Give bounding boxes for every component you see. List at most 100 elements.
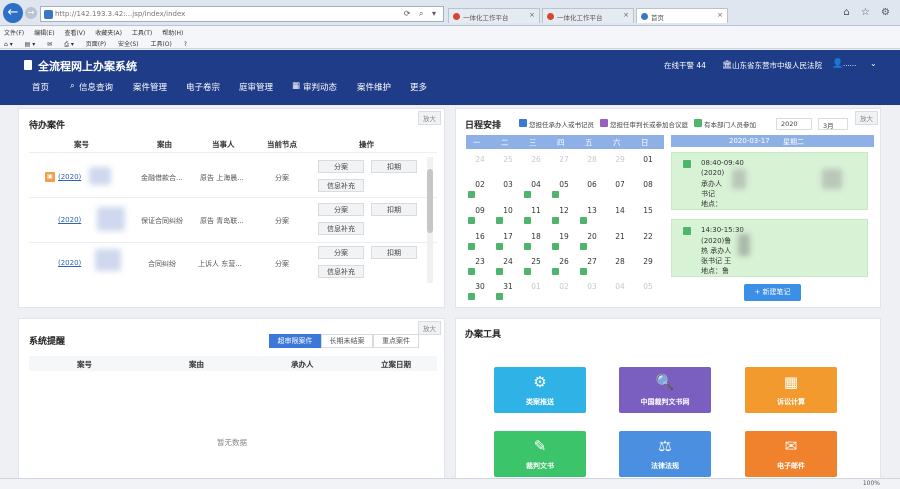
tool-tile[interactable]: ✉ 电子邮件 — [745, 431, 837, 477]
calendar-day[interactable]: 11 — [526, 206, 546, 215]
help-icon[interactable]: ? — [184, 41, 187, 48]
close-tab-icon[interactable]: × — [717, 11, 723, 19]
calendar-day[interactable]: 27 — [582, 257, 602, 266]
feeds-icon[interactable]: ▤ ▾ — [25, 41, 36, 48]
user-icon[interactable]: 👤 — [832, 59, 843, 69]
case-no-link[interactable]: (2020) — [58, 173, 81, 181]
assign-button[interactable]: 分案 — [318, 160, 364, 173]
event-marker-icon[interactable] — [552, 243, 559, 250]
info-supplement-button[interactable]: 信息补充 — [318, 222, 364, 235]
calendar-day[interactable]: 14 — [610, 206, 630, 215]
schedule-event[interactable]: 08:40-09:40 (2020) 承办人 书记 地点： — [671, 152, 868, 210]
info-supplement-button[interactable]: 信息补充 — [318, 265, 364, 278]
event-marker-icon[interactable] — [524, 268, 531, 275]
nav-home[interactable]: 首页 — [32, 81, 49, 93]
event-marker-icon[interactable] — [468, 293, 475, 300]
case-no-link[interactable]: (2020) — [58, 216, 81, 224]
calendar-day[interactable]: 21 — [610, 232, 630, 241]
calendar-day[interactable]: 04 — [610, 282, 630, 291]
pending-expand-button[interactable]: 放大 — [418, 111, 441, 125]
calendar-icon[interactable]: ▦ — [292, 81, 300, 91]
tab-overdue-cases[interactable]: 超审限案件 — [269, 334, 321, 348]
calendar-day[interactable]: 28 — [610, 257, 630, 266]
menu-edit[interactable]: 编辑(E) — [34, 30, 54, 37]
chevron-down-icon[interactable]: ⌄ — [870, 59, 877, 68]
window-controls[interactable]: ⌂ ☆ ⚙ — [843, 7, 894, 18]
calendar-day[interactable]: 04 — [526, 180, 546, 189]
nav-case-management[interactable]: 案件管理 — [133, 81, 167, 93]
tool-tile[interactable]: ⚖ 法律法规 — [619, 431, 711, 477]
event-marker-icon[interactable] — [524, 191, 531, 198]
refresh-icon[interactable]: ⟳ ⌕ ▾ — [404, 9, 439, 19]
event-marker-icon[interactable] — [524, 243, 531, 250]
calendar-day[interactable]: 23 — [470, 257, 490, 266]
calendar-day[interactable]: 26 — [554, 257, 574, 266]
calendar-day[interactable]: 08 — [638, 180, 658, 189]
schedule-expand-button[interactable]: 放大 — [855, 111, 878, 125]
schedule-event[interactable]: 14:30-15:30 (2020)鲁 热 承办人 张书记 王 地点：鲁 — [671, 219, 868, 277]
command-page[interactable]: 页面(P) — [86, 41, 106, 48]
nav-trial-dynamics[interactable]: 审判动态 — [303, 81, 337, 93]
tool-tile[interactable]: ✎ 裁判文书 — [494, 431, 586, 477]
home-icon[interactable]: ⌂ ▾ — [4, 41, 13, 48]
calendar-day[interactable]: 25 — [526, 257, 546, 266]
back-button[interactable]: ← — [3, 3, 23, 23]
nav-info-query[interactable]: 信息查询 — [79, 81, 113, 93]
assign-button[interactable]: 分案 — [318, 246, 364, 259]
deduct-period-button[interactable]: 扣期 — [371, 160, 417, 173]
calendar-day[interactable]: 29 — [610, 155, 630, 164]
browser-tab-1[interactable]: 一体化工作平台 × — [448, 8, 540, 23]
calendar-day[interactable]: 03 — [498, 180, 518, 189]
nav-more[interactable]: 更多 — [410, 81, 427, 93]
menu-tools[interactable]: 工具(T) — [132, 30, 152, 37]
calendar-day[interactable]: 18 — [526, 232, 546, 241]
menu-help[interactable]: 帮助(H) — [162, 30, 183, 37]
calendar-day[interactable]: 19 — [554, 232, 574, 241]
info-supplement-button[interactable]: 信息补充 — [318, 179, 364, 192]
pending-scroll-thumb[interactable] — [427, 169, 433, 233]
calendar-day[interactable]: 17 — [498, 232, 518, 241]
menu-file[interactable]: 文件(F) — [4, 30, 24, 37]
menu-view[interactable]: 查看(V) — [64, 30, 85, 37]
calendar-day[interactable]: 29 — [638, 257, 658, 266]
event-marker-icon[interactable] — [552, 268, 559, 275]
calendar-day[interactable]: 28 — [582, 155, 602, 164]
calendar-day[interactable]: 05 — [638, 282, 658, 291]
assign-button[interactable]: 分案 — [318, 203, 364, 216]
event-marker-icon[interactable] — [468, 268, 475, 275]
calendar-day[interactable]: 22 — [638, 232, 658, 241]
calendar-day[interactable]: 05 — [554, 180, 574, 189]
calendar-day[interactable]: 03 — [582, 282, 602, 291]
event-marker-icon[interactable] — [552, 191, 559, 198]
calendar-day[interactable]: 06 — [582, 180, 602, 189]
forward-button[interactable]: → — [25, 7, 37, 19]
event-marker-icon[interactable] — [524, 217, 531, 224]
command-safety[interactable]: 安全(S) — [118, 41, 139, 48]
calendar-day[interactable]: 30 — [470, 282, 490, 291]
tab-key-cases[interactable]: 重点案件 — [373, 334, 419, 348]
close-tab-icon[interactable]: × — [529, 11, 535, 19]
event-marker-icon[interactable] — [496, 293, 503, 300]
command-tools[interactable]: 工具(O) — [150, 41, 171, 48]
nav-case-maintenance[interactable]: 案件维护 — [357, 81, 391, 93]
close-tab-icon[interactable]: × — [623, 11, 629, 19]
calendar-day[interactable]: 16 — [470, 232, 490, 241]
mail-command-icon[interactable]: ✉ — [47, 41, 52, 48]
calendar-day[interactable]: 26 — [526, 155, 546, 164]
calendar-day[interactable]: 02 — [554, 282, 574, 291]
calendar-day[interactable]: 10 — [498, 206, 518, 215]
year-select[interactable]: 2020 — [776, 118, 812, 130]
event-marker-icon[interactable] — [580, 217, 587, 224]
tool-tile[interactable]: 🔍 中国裁判文书网 — [619, 367, 711, 413]
calendar-day[interactable]: 07 — [610, 180, 630, 189]
event-marker-icon[interactable] — [496, 217, 503, 224]
new-note-button[interactable]: + 新建笔记 — [744, 284, 801, 301]
calendar-day[interactable]: 02 — [470, 180, 490, 189]
nav-trial-management[interactable]: 庭审管理 — [239, 81, 273, 93]
event-marker-icon[interactable] — [580, 268, 587, 275]
menu-favorites[interactable]: 收藏夹(A) — [95, 30, 122, 37]
tab-long-unclosed[interactable]: 长期未结案 — [321, 334, 373, 348]
calendar-day[interactable]: 01 — [638, 155, 658, 164]
zoom-level[interactable]: 100% — [863, 480, 880, 487]
user-name[interactable]: ...... — [843, 60, 856, 68]
